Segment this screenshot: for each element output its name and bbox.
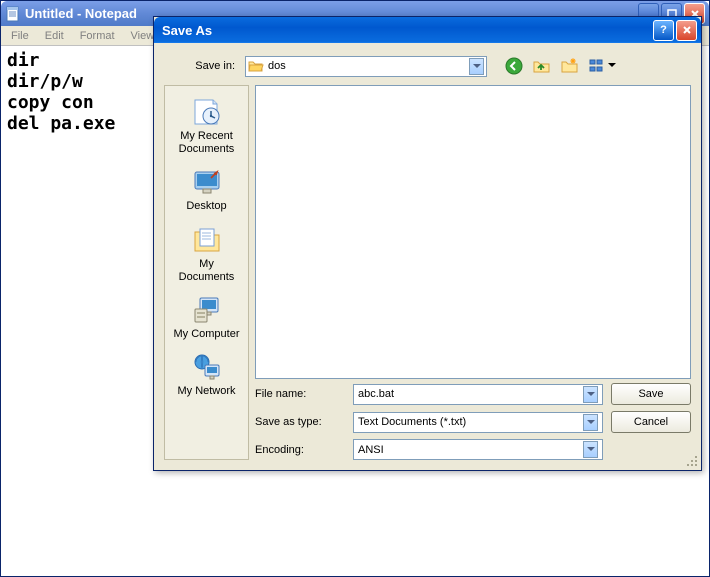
encoding-value: ANSI bbox=[358, 444, 583, 456]
my-documents-icon bbox=[191, 224, 223, 256]
folder-open-icon bbox=[248, 58, 264, 74]
filename-value: abc.bat bbox=[358, 388, 583, 400]
help-button[interactable]: ? bbox=[653, 20, 674, 41]
main-row: My Recent Documents Desktop My Documents bbox=[164, 85, 691, 460]
recent-documents-icon bbox=[191, 96, 223, 128]
place-mycomp-label: My Computer bbox=[173, 328, 239, 341]
new-folder-button[interactable] bbox=[559, 55, 581, 77]
encoding-label: Encoding: bbox=[255, 444, 345, 456]
savein-value: dos bbox=[268, 60, 469, 72]
my-computer-icon bbox=[191, 294, 223, 326]
cancel-button-label: Cancel bbox=[634, 416, 668, 428]
fields-grid: File name: abc.bat Save Save as type: Te… bbox=[255, 383, 691, 460]
resize-grip[interactable] bbox=[685, 454, 699, 468]
places-bar: My Recent Documents Desktop My Documents bbox=[164, 85, 249, 460]
chevron-down-icon bbox=[583, 414, 598, 431]
menu-edit[interactable]: Edit bbox=[37, 28, 72, 44]
savein-label: Save in: bbox=[164, 60, 239, 72]
desktop-icon bbox=[191, 166, 223, 198]
menu-format[interactable]: Format bbox=[72, 28, 123, 44]
filename-combo[interactable]: abc.bat bbox=[353, 384, 603, 405]
place-desktop-label: Desktop bbox=[186, 200, 226, 213]
back-button[interactable] bbox=[503, 55, 525, 77]
place-recent[interactable]: My Recent Documents bbox=[169, 92, 245, 160]
menu-file[interactable]: File bbox=[3, 28, 37, 44]
toolbar bbox=[503, 55, 619, 77]
dialog-title: Save As bbox=[158, 23, 653, 38]
up-folder-button[interactable] bbox=[531, 55, 553, 77]
place-mycomp[interactable]: My Computer bbox=[169, 290, 245, 345]
save-as-dialog: Save As ? Save in: dos bbox=[153, 16, 702, 471]
dialog-body: Save in: dos bbox=[154, 43, 701, 470]
right-column: File name: abc.bat Save Save as type: Te… bbox=[255, 85, 691, 460]
saveastype-value: Text Documents (*.txt) bbox=[358, 416, 583, 428]
saveastype-combo[interactable]: Text Documents (*.txt) bbox=[353, 412, 603, 433]
my-network-icon bbox=[191, 351, 223, 383]
savein-combo[interactable]: dos bbox=[245, 56, 487, 77]
chevron-down-icon bbox=[583, 441, 598, 458]
savein-row: Save in: dos bbox=[164, 55, 691, 77]
chevron-down-icon bbox=[583, 386, 598, 403]
cancel-button[interactable]: Cancel bbox=[611, 411, 691, 433]
place-mynet-label: My Network bbox=[177, 385, 235, 398]
dialog-close-button[interactable] bbox=[676, 20, 697, 41]
saveastype-label: Save as type: bbox=[255, 416, 345, 428]
views-button[interactable] bbox=[587, 55, 619, 77]
encoding-combo[interactable]: ANSI bbox=[353, 439, 603, 460]
place-desktop[interactable]: Desktop bbox=[169, 162, 245, 217]
place-mynet[interactable]: My Network bbox=[169, 347, 245, 402]
save-button-label: Save bbox=[638, 388, 663, 400]
place-mydocs[interactable]: My Documents bbox=[169, 220, 245, 288]
place-recent-label: My Recent Documents bbox=[171, 130, 243, 156]
file-listing[interactable] bbox=[255, 85, 691, 379]
dialog-titlebar: Save As ? bbox=[154, 17, 701, 43]
filename-label: File name: bbox=[255, 388, 345, 400]
place-mydocs-label: My Documents bbox=[171, 258, 243, 284]
chevron-down-icon bbox=[469, 58, 484, 75]
notepad-icon bbox=[5, 6, 21, 22]
save-button[interactable]: Save bbox=[611, 383, 691, 405]
